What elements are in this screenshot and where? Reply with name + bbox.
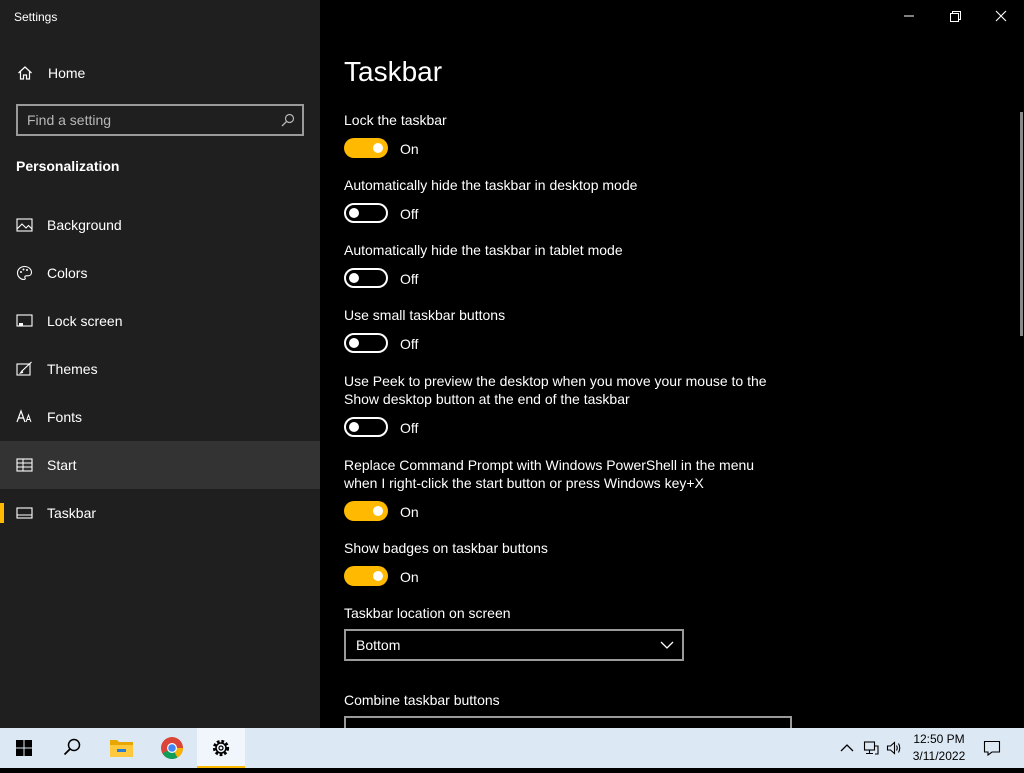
windows-taskbar: 12:50 PM 3/11/2022	[0, 728, 1024, 768]
minimize-button[interactable]	[886, 0, 932, 32]
volume-icon[interactable]	[886, 740, 902, 756]
settings-gear-icon	[212, 739, 230, 757]
toggle-state: Off	[400, 420, 419, 436]
location-label: Taskbar location on screen	[344, 605, 511, 621]
close-icon	[995, 10, 1007, 22]
setting-label: Automatically hide the taskbar in tablet…	[344, 242, 623, 258]
toggle-knob	[373, 571, 383, 581]
sidebar-item-lock-screen[interactable]: Lock screen	[0, 297, 320, 345]
toggle-state: On	[400, 504, 419, 520]
start-grid-icon	[16, 458, 33, 472]
home-button[interactable]: Home	[0, 52, 320, 94]
restore-icon	[950, 11, 961, 22]
chrome-icon	[161, 737, 183, 759]
toggle-state: Off	[400, 271, 419, 287]
clock-date: 3/11/2022	[912, 749, 966, 763]
network-icon[interactable]	[863, 740, 879, 756]
window-controls	[886, 0, 1024, 32]
sidebar-item-colors[interactable]: Colors	[0, 249, 320, 297]
scrollbar-thumb[interactable]	[1020, 112, 1023, 336]
section-title: Personalization	[16, 158, 120, 174]
file-explorer-button[interactable]	[98, 728, 146, 768]
toggle-knob	[349, 422, 359, 432]
toggle-state: Off	[400, 206, 419, 222]
setting-label: Lock the taskbar	[344, 112, 447, 128]
dropdown-value: Bottom	[356, 637, 401, 653]
sidebar: Settings Home Personalization Background…	[0, 0, 320, 728]
peek-toggle[interactable]	[344, 417, 388, 437]
sidebar-item-label: Themes	[47, 361, 98, 377]
sidebar-item-label: Lock screen	[47, 313, 123, 329]
sidebar-item-label: Taskbar	[47, 505, 97, 521]
toggle-state: Off	[400, 336, 419, 352]
minimize-icon	[904, 15, 914, 17]
restore-button[interactable]	[932, 0, 978, 32]
taskbar-location-dropdown[interactable]: Bottom	[344, 629, 684, 661]
small-buttons-toggle[interactable]	[344, 333, 388, 353]
settings-taskbar-button[interactable]	[197, 728, 245, 768]
sidebar-item-themes[interactable]: Themes	[0, 345, 320, 393]
settings-window: Settings Home Personalization Background…	[0, 0, 1024, 728]
setting-label: Show badges on taskbar buttons	[344, 540, 548, 556]
chrome-button[interactable]	[148, 728, 196, 768]
palette-icon	[16, 265, 33, 281]
search-icon	[63, 738, 81, 756]
chevron-up-icon[interactable]	[839, 740, 855, 756]
fonts-icon	[16, 409, 32, 423]
sidebar-item-fonts[interactable]: Fonts	[0, 393, 320, 441]
toggle-knob	[373, 506, 383, 516]
sidebar-item-label: Colors	[47, 265, 88, 281]
close-button[interactable]	[978, 0, 1024, 32]
search-input[interactable]	[27, 111, 267, 129]
clock-time: 12:50 PM	[913, 732, 965, 746]
autohide-tablet-toggle[interactable]	[344, 268, 388, 288]
combine-label: Combine taskbar buttons	[344, 692, 500, 708]
lock-screen-icon	[16, 314, 33, 327]
toggle-knob	[373, 143, 383, 153]
setting-label: Automatically hide the taskbar in deskto…	[344, 177, 638, 193]
powershell-toggle[interactable]	[344, 501, 388, 521]
selection-indicator	[0, 503, 4, 523]
picture-icon	[16, 218, 33, 232]
sidebar-item-background[interactable]: Background	[0, 201, 320, 249]
sidebar-item-label: Start	[47, 457, 77, 473]
search-button[interactable]	[48, 728, 96, 768]
taskbar-icon	[16, 507, 33, 519]
page-title: Taskbar	[344, 56, 443, 87]
toggle-state: On	[400, 141, 419, 157]
taskbar-clock[interactable]: 12:50 PM 3/11/2022	[906, 731, 972, 765]
combine-buttons-dropdown[interactable]	[344, 716, 792, 728]
setting-label: Replace Command Prompt with Windows Powe…	[344, 457, 755, 491]
setting-label: Use small taskbar buttons	[344, 307, 506, 323]
sidebar-item-label: Fonts	[47, 409, 83, 425]
main-content: Taskbar Lock the taskbar On Automaticall…	[320, 0, 1024, 728]
search-box[interactable]	[16, 104, 304, 136]
lock-taskbar-toggle[interactable]	[344, 138, 388, 158]
home-icon	[18, 66, 32, 80]
toggle-knob	[349, 273, 359, 283]
setting-label: Use Peek to preview the desktop when you…	[344, 373, 767, 407]
toggle-knob	[349, 208, 359, 218]
notifications-icon[interactable]	[983, 739, 1001, 757]
toggle-state: On	[400, 569, 419, 585]
badges-toggle[interactable]	[344, 566, 388, 586]
search-icon[interactable]	[281, 113, 295, 127]
chevron-down-icon	[660, 641, 674, 649]
app-title: Settings	[14, 10, 58, 24]
windows-start-icon	[16, 740, 32, 756]
file-explorer-icon	[110, 740, 133, 757]
autohide-desktop-toggle[interactable]	[344, 203, 388, 223]
sidebar-item-taskbar[interactable]: Taskbar	[0, 489, 320, 537]
start-button[interactable]	[0, 728, 48, 768]
toggle-knob	[349, 338, 359, 348]
sidebar-item-start[interactable]: Start	[0, 441, 320, 489]
themes-brush-icon	[16, 361, 32, 376]
sidebar-item-label: Background	[47, 217, 122, 233]
home-label: Home	[48, 65, 86, 81]
